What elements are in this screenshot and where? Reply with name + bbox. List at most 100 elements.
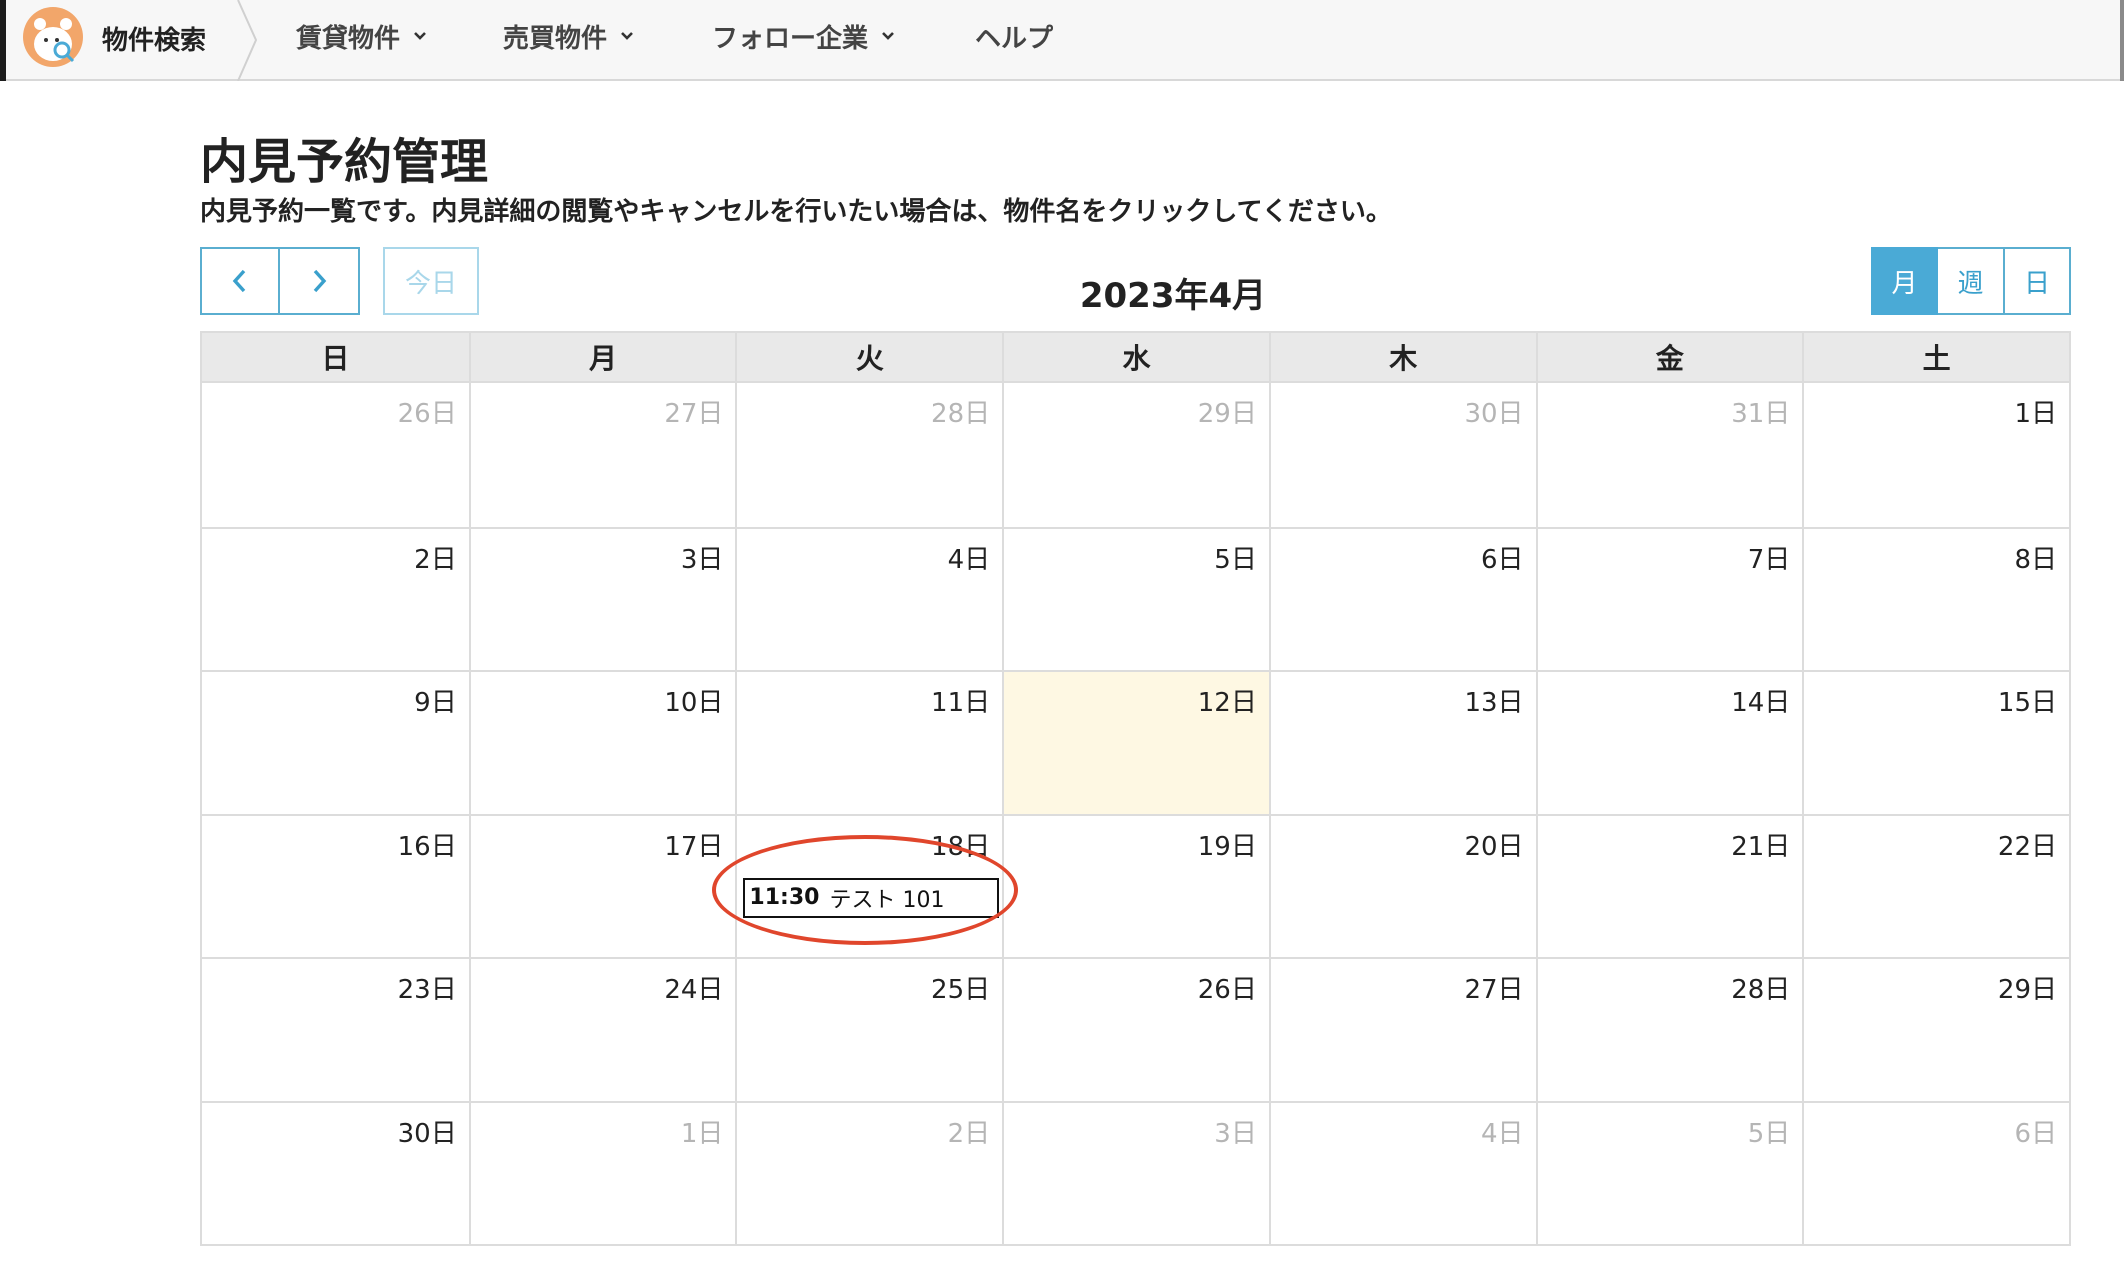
day-cell[interactable]: 20日 xyxy=(1268,813,1536,957)
weekday-header: 日 月 火 水 木 金 土 xyxy=(202,333,2069,383)
event-title: テスト 101 xyxy=(829,887,945,913)
day-cell[interactable]: 10日 xyxy=(468,670,736,814)
nav-item-label: フォロー企業 xyxy=(712,23,869,54)
day-number: 11日 xyxy=(931,688,991,718)
day-cell[interactable]: 3日 xyxy=(468,526,736,670)
chevron-right-icon xyxy=(313,269,327,293)
day-number: 26日 xyxy=(397,399,457,429)
weekday-sat: 土 xyxy=(1802,333,2069,381)
day-number: 7日 xyxy=(1747,544,1791,575)
day-number: 2日 xyxy=(947,1118,991,1149)
day-number: 3日 xyxy=(1214,1118,1257,1149)
day-cell[interactable]: 6日 xyxy=(1268,526,1536,670)
view-day-button[interactable]: 日 xyxy=(2005,247,2071,315)
calendar-event[interactable]: 11:30 テスト 101 xyxy=(743,877,1000,918)
day-cell-today[interactable]: 12日 xyxy=(1002,670,1269,814)
day-cell[interactable]: 14日 xyxy=(1535,670,1803,814)
chevron-down-icon xyxy=(621,32,633,40)
breadcrumb-separator xyxy=(237,0,258,81)
day-cell[interactable]: 28日 xyxy=(735,383,1002,527)
day-number: 6日 xyxy=(1481,544,1524,575)
day-cell[interactable]: 25日 xyxy=(735,957,1003,1101)
day-number: 25日 xyxy=(931,975,991,1005)
day-cell[interactable]: 27日 xyxy=(1268,957,1536,1101)
day-cell[interactable]: 29日 xyxy=(1802,957,2069,1101)
day-cell[interactable]: 13日 xyxy=(1268,670,1536,814)
day-cell[interactable]: 17日 xyxy=(468,813,736,957)
day-cell[interactable]: 8日 xyxy=(1802,526,2069,670)
day-cell[interactable]: 30日 xyxy=(1268,383,1536,527)
day-number: 14日 xyxy=(1731,688,1791,718)
day-cell[interactable]: 4日 xyxy=(1268,1100,1536,1244)
day-cell[interactable]: 15日 xyxy=(1802,670,2069,814)
day-number: 24日 xyxy=(664,975,724,1005)
day-cell[interactable]: 29日 xyxy=(1002,383,1269,527)
day-cell[interactable]: 18日 11:30 テスト 101 xyxy=(735,813,1003,957)
weekday-thu: 木 xyxy=(1268,333,1536,381)
view-week-button[interactable]: 週 xyxy=(1938,247,2005,315)
day-number: 1日 xyxy=(2014,399,2057,429)
nav-help[interactable]: ヘルプ xyxy=(975,18,1053,54)
day-cell[interactable]: 16日 xyxy=(202,813,469,958)
day-number: 29日 xyxy=(1997,975,2057,1005)
day-cell[interactable]: 2日 xyxy=(735,1100,1003,1244)
day-number: 22日 xyxy=(1997,831,2057,862)
day-cell[interactable]: 19日 xyxy=(1002,813,1269,957)
weekday-sun: 日 xyxy=(321,342,350,375)
chevron-down-icon xyxy=(882,32,894,40)
day-number: 30日 xyxy=(1464,399,1524,429)
day-cell[interactable]: 26日 xyxy=(202,383,469,527)
day-number: 31日 xyxy=(1731,399,1791,429)
day-number: 16日 xyxy=(397,831,457,862)
day-cell[interactable]: 5日 xyxy=(1535,1100,1803,1244)
page-title: 内見予約管理 xyxy=(200,134,489,190)
nav-rental-properties[interactable]: 賃貸物件 xyxy=(296,18,428,54)
day-number: 19日 xyxy=(1197,831,1257,862)
today-button[interactable]: 今日 xyxy=(383,247,479,315)
day-cell[interactable]: 2日 xyxy=(202,526,469,671)
day-cell[interactable]: 28日 xyxy=(1535,957,1803,1101)
day-number: 28日 xyxy=(1731,975,1791,1005)
day-cell[interactable]: 1日 xyxy=(1802,383,2069,527)
day-number: 21日 xyxy=(1731,831,1791,862)
calendar-grid: 26日 27日 28日 29日 30日 31日 1日 2日 3日 4日 5日 6日 7日 8日 9日 10日 1… xyxy=(202,383,2069,1244)
day-cell[interactable]: 21日 xyxy=(1535,813,1803,957)
day-number: 5日 xyxy=(1747,1118,1791,1149)
page-description: 内見予約一覧です。内見詳細の閲覧やキャンセルを行いたい場合は、物件名をクリックし… xyxy=(200,197,1392,227)
day-number: 30日 xyxy=(397,1118,457,1149)
day-cell[interactable]: 26日 xyxy=(1002,957,1269,1101)
day-number: 13日 xyxy=(1464,688,1524,718)
nav-item-label: ヘルプ xyxy=(975,23,1054,54)
day-cell[interactable]: 24日 xyxy=(468,957,736,1101)
day-cell[interactable]: 7日 xyxy=(1535,526,1803,670)
day-cell[interactable]: 6日 xyxy=(1802,1100,2069,1244)
next-month-button[interactable] xyxy=(280,247,360,315)
brand-link[interactable]: 物件検索 xyxy=(6,0,254,79)
view-month-button[interactable]: 月 xyxy=(1871,247,1938,315)
nav-item-label: 売買物件 xyxy=(503,23,608,54)
bear-mascot-logo-icon xyxy=(23,7,83,67)
day-number: 3日 xyxy=(680,544,724,575)
day-cell[interactable]: 11日 xyxy=(735,670,1003,814)
nav-item-label: 賃貸物件 xyxy=(296,23,401,54)
day-number: 23日 xyxy=(397,975,457,1005)
day-cell[interactable]: 31日 xyxy=(1535,383,1803,527)
weekday-fri: 金 xyxy=(1535,333,1803,381)
day-cell[interactable]: 1日 xyxy=(468,1100,736,1244)
day-cell[interactable]: 30日 xyxy=(202,1100,469,1245)
weekday-tue: 火 xyxy=(735,333,1002,381)
brand-title: 物件検索 xyxy=(102,26,207,56)
day-cell[interactable]: 3日 xyxy=(1002,1100,1269,1244)
day-cell[interactable]: 22日 xyxy=(1802,813,2069,957)
day-cell[interactable]: 5日 xyxy=(1002,526,1269,670)
prev-month-button[interactable] xyxy=(200,247,280,315)
today-group: 今日 xyxy=(383,247,479,315)
nav-sale-properties[interactable]: 売買物件 xyxy=(503,18,635,54)
day-cell[interactable]: 4日 xyxy=(735,526,1003,670)
day-cell[interactable]: 9日 xyxy=(202,670,469,814)
nav-followed-companies[interactable]: フォロー企業 xyxy=(712,18,896,54)
day-number: 10日 xyxy=(664,688,724,718)
day-number: 18日 xyxy=(931,831,991,862)
day-cell[interactable]: 27日 xyxy=(468,383,736,527)
day-cell[interactable]: 23日 xyxy=(202,957,469,1101)
